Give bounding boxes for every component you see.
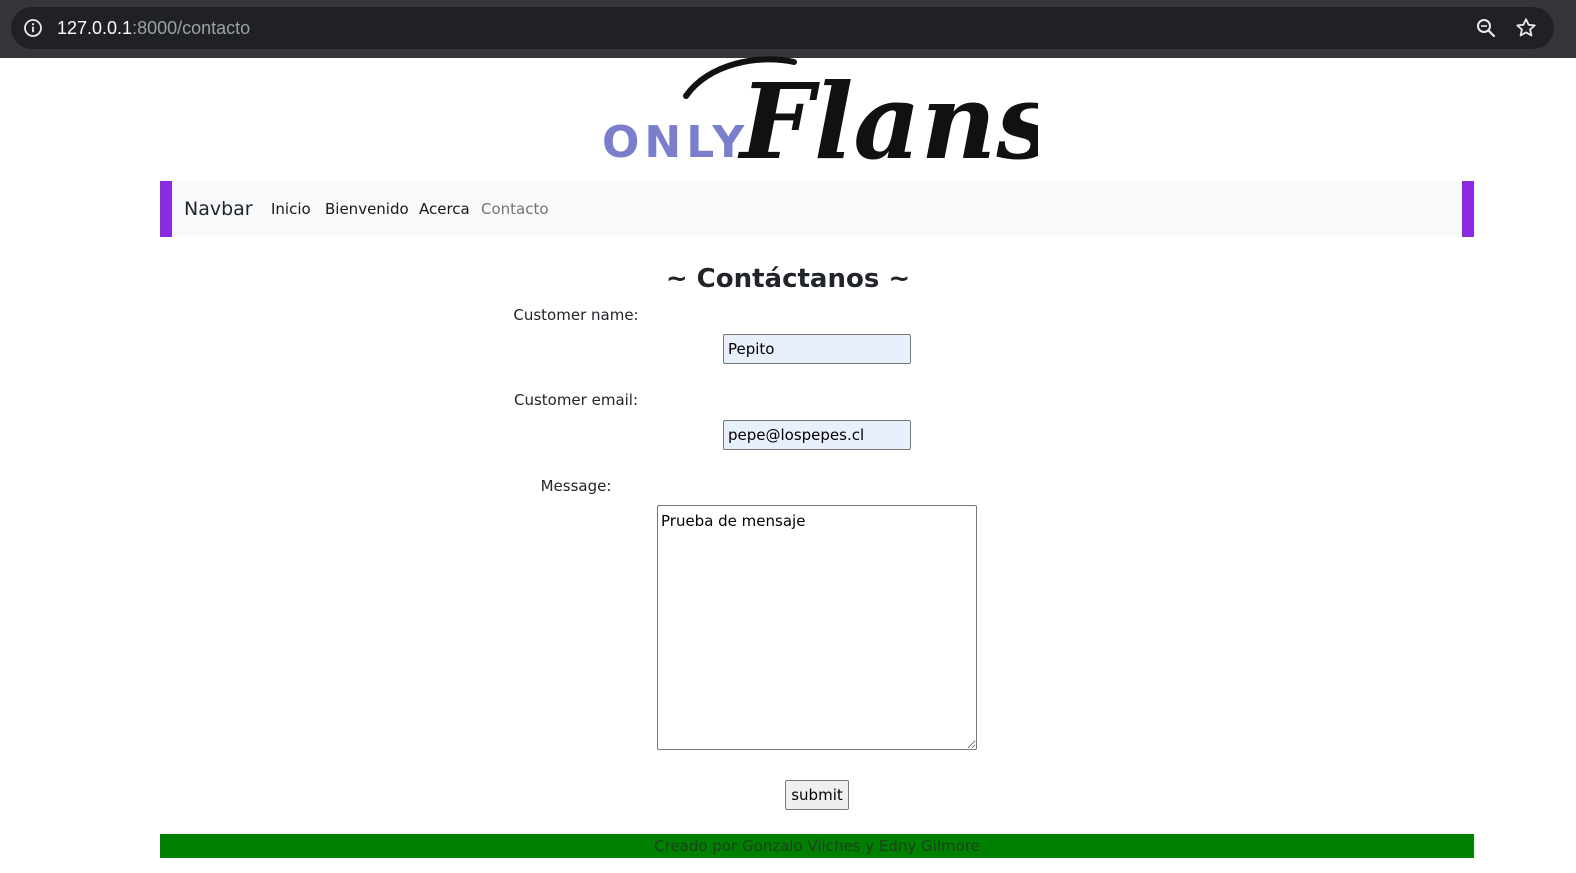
bookmark-star-icon[interactable] (1514, 16, 1538, 40)
address-url[interactable]: 127.0.0.1:8000/contacto (57, 17, 250, 39)
customer-name-input[interactable] (723, 334, 911, 364)
url-host: 127.0.0.1 (57, 18, 133, 38)
nav-link-acerca[interactable]: Acerca (419, 200, 470, 219)
page-title: ~ Contáctanos ~ (665, 264, 911, 294)
info-icon[interactable] (23, 18, 43, 38)
customer-email-input[interactable] (723, 420, 911, 450)
navbar: Navbar Inicio Bienvenido Acerca Contacto (160, 181, 1474, 237)
nav-link-inicio[interactable]: Inicio (271, 200, 311, 219)
url-path: :8000/contacto (132, 18, 251, 38)
logo-text-flans: Flans (737, 60, 1038, 176)
zoom-icon[interactable] (1475, 17, 1497, 39)
address-bar[interactable]: 127.0.0.1:8000/contacto (11, 7, 1554, 49)
browser-toolbar: 127.0.0.1:8000/contacto (0, 0, 1576, 58)
nav-link-bienvenido[interactable]: Bienvenido (325, 200, 409, 219)
footer: Creado por Gonzalo Vilches y Edny Gilmor… (160, 834, 1474, 858)
submit-button[interactable]: submit (785, 780, 849, 810)
logo-text-only: ONLY (602, 117, 749, 168)
footer-credits: Creado por Gonzalo Vilches y Edny Gilmor… (654, 837, 980, 855)
customer-email-label: Customer email: (513, 391, 639, 409)
customer-name-label: Customer name: (513, 306, 639, 324)
onlyflans-logo[interactable]: ONLY Flans (598, 56, 1038, 176)
nav-link-contacto[interactable]: Contacto (481, 200, 549, 219)
navbar-accent-right (1462, 181, 1474, 237)
message-textarea[interactable]: Prueba de mensaje (657, 505, 977, 750)
message-label: Message: (540, 477, 612, 495)
navbar-accent-left (160, 181, 172, 237)
navbar-brand[interactable]: Navbar (184, 198, 253, 220)
